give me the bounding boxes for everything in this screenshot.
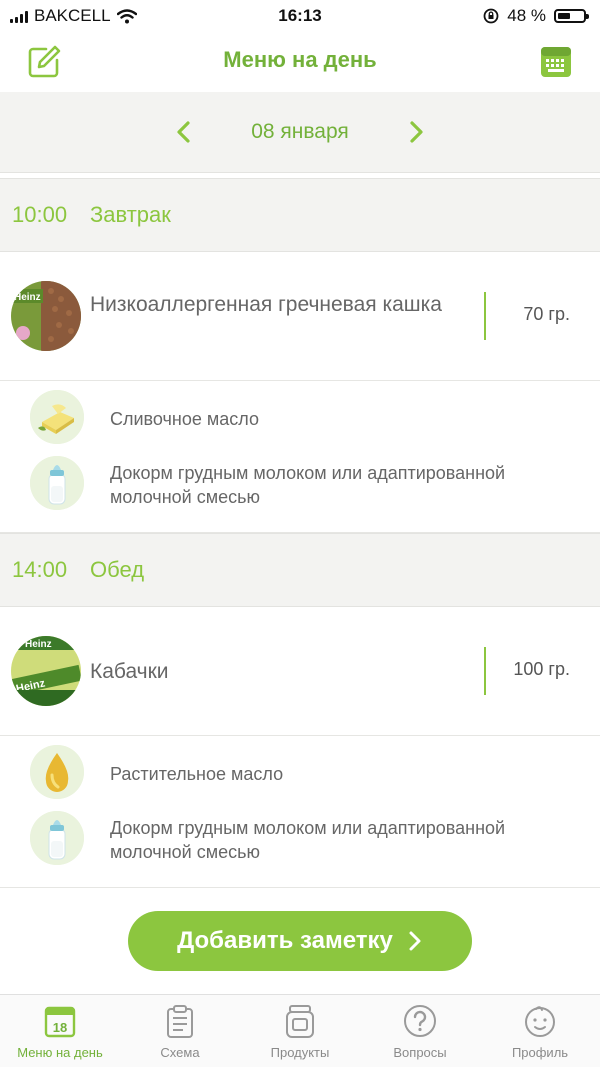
tab-scheme[interactable]: Схема [120,995,240,1067]
baby-bottle-icon [30,811,84,865]
meal-name: Обед [90,557,145,582]
current-date: 08 января [251,120,349,143]
tab-label: Меню на день [17,1045,103,1060]
extra-item-text: Сливочное масло [110,409,259,429]
extra-item[interactable]: Растительное масло [0,745,600,811]
divider [484,647,486,695]
buckwheat-porridge-image: Heinz [11,281,81,351]
keyboard-calendar-icon[interactable] [538,44,574,80]
main-item-quantity: 70 гр. [523,304,570,324]
chevron-right-icon[interactable] [402,118,430,146]
svg-text:18: 18 [53,1020,67,1035]
extra-item[interactable]: Докорм грудным молоком или адаптированно… [0,811,600,877]
chevron-right-icon [409,931,421,951]
calendar-18-icon: 18 [44,1006,76,1038]
jar-icon [286,1005,314,1038]
extra-item-text: Растительное масло [110,764,284,784]
baby-face-icon [525,1006,555,1037]
tab-label: Профиль [511,1045,569,1060]
clipboard-icon [167,1005,193,1038]
meal-header-breakfast: 10:00 Завтрак [0,178,600,252]
extra-item-text: Докорм грудным молоком или адаптированно… [110,818,506,862]
add-note-label: Добавить заметку [177,927,393,954]
main-item-name: Низкоаллергенная гречневая кашка [90,293,442,316]
tab-label: Схема [160,1045,200,1060]
svg-text:Heinz: Heinz [14,292,41,303]
tab-questions[interactable]: Вопросы [360,995,480,1067]
status-right: 48 % [483,6,589,26]
svg-text:Heinz: Heinz [25,639,52,650]
main-item-quantity: 100 гр. [513,659,570,679]
tab-label: Продукты [270,1045,330,1060]
oil-drop-icon [30,745,84,799]
tab-products[interactable]: Продукты [240,995,360,1067]
meal-header-lunch: 14:00 Обед [0,533,600,607]
app-header: Меню на день [0,32,600,92]
battery-icon [554,9,589,23]
meal-extras: Растительное масло Докорм грудным молоко… [0,736,600,888]
tab-profile[interactable]: Профиль [480,995,600,1067]
page-title: Меню на день [223,47,377,72]
battery-percent: 48 % [507,6,546,25]
battery-fill [558,13,570,19]
meal-extras: Сливочное масло Докорм грудным молоком и… [0,381,600,533]
rotation-lock-icon [483,8,499,24]
meal-time: 10:00 [12,202,68,227]
status-bar: BAKCELL 16:13 48 % [0,0,600,32]
tab-menu-day[interactable]: 18 Меню на день [0,995,120,1067]
meal-name: Завтрак [90,202,171,227]
meal-time: 14:00 [12,557,68,582]
baby-bottle-icon [30,456,84,510]
meal-main-item[interactable]: Heinz Heinz Кабачки 100 гр. [0,607,600,736]
question-icon [404,1005,436,1037]
extra-item[interactable]: Докорм грудным молоком или адаптированно… [0,456,600,522]
meal-list: 10:00 Завтрак Heinz Низкоаллергенная гре… [0,178,600,888]
zucchini-puree-image: Heinz Heinz [11,636,81,706]
butter-icon [30,390,84,444]
bottom-tab-bar: 18 Меню на день Схема Продукты Вопросы П… [0,994,600,1067]
extra-item[interactable]: Сливочное масло [0,390,600,456]
tab-label: Вопросы [393,1045,447,1060]
add-note-button[interactable]: Добавить заметку [128,911,472,971]
main-item-name: Кабачки [90,660,169,683]
meal-main-item[interactable]: Heinz Низкоаллергенная гречневая кашка 7… [0,252,600,381]
date-navigation: 08 января [0,92,600,173]
extra-item-text: Докорм грудным молоком или адаптированно… [110,463,506,507]
divider [484,292,486,340]
